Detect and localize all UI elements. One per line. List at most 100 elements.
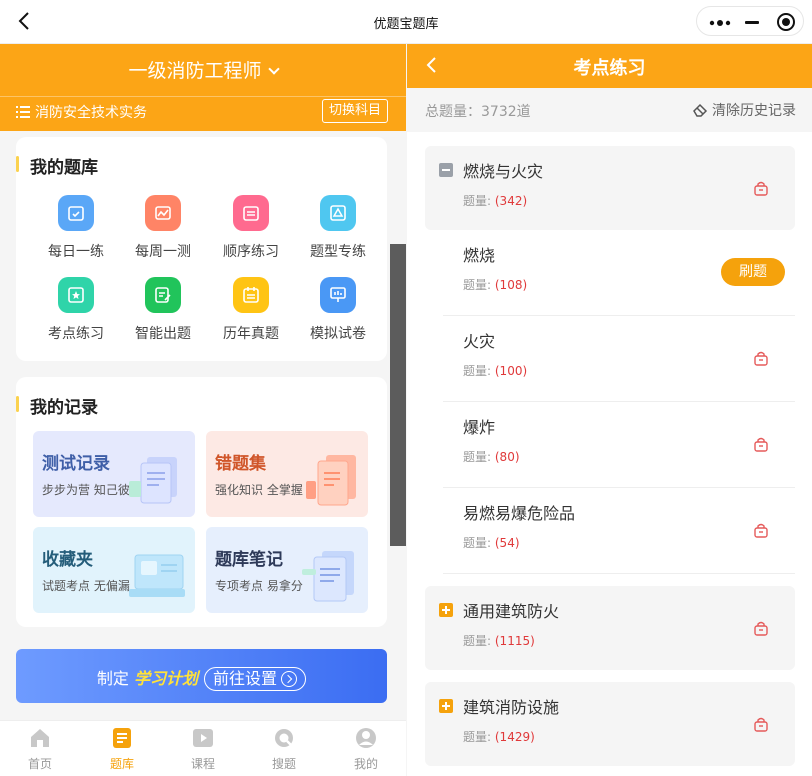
tab-search[interactable]: 搜题 (254, 727, 314, 772)
switch-subject-button[interactable]: 切换科目 (321, 99, 388, 123)
record-wrong-answers[interactable]: 错题集 强化知识 全掌握 (206, 431, 368, 517)
subject-name: 消防安全技术实务 (35, 105, 147, 121)
my-bank-title: 我的题库 (16, 153, 98, 178)
count-label: 题量: (463, 278, 492, 292)
video-play-icon (193, 729, 213, 747)
record-subtitle: 试题考点 无偏漏 (42, 579, 130, 593)
row-divider (443, 573, 795, 574)
bank-item-weekly[interactable]: 每周一测 (118, 195, 208, 261)
count-value: (342) (494, 194, 528, 208)
count-value: (100) (494, 364, 528, 378)
topic-node-child[interactable]: 燃烧 题量: (108) 刷题 (425, 230, 795, 316)
scrollbar-thumb[interactable] (390, 244, 406, 546)
tab-profile[interactable]: 我的 (336, 727, 396, 772)
notebook-illustration-icon (302, 551, 354, 602)
knowledge-practice-pane: 考点练习 总题量：3732道 清除历史记录 燃烧与火灾 题量: (342) 燃烧… (407, 44, 812, 776)
bank-item-label: 顺序练习 (223, 244, 279, 260)
count-label: 题量: (463, 730, 492, 744)
tab-label: 题库 (109, 757, 134, 771)
calendar-check-icon (58, 195, 94, 231)
question-bank-icon (113, 728, 131, 748)
record-subtitle: 专项考点 易拿分 (215, 579, 303, 593)
count-value: (1115) (494, 634, 535, 648)
count-value: (108) (494, 278, 528, 292)
record-notes[interactable]: 题库笔记 专项考点 易拿分 (206, 527, 368, 613)
page-title: 考点练习 (573, 58, 646, 79)
more-dots-icon[interactable] (709, 20, 731, 26)
topic-node-child[interactable]: 爆炸 题量: (80) (425, 402, 795, 488)
topic-node-child[interactable]: 易燃易爆危险品 题量: (54) (425, 488, 795, 574)
list-icon (233, 195, 269, 231)
bank-item-smart[interactable]: 智能出题 (118, 277, 208, 343)
bottom-tab-bar: 首页 题库 课程 搜题 我的 (0, 720, 406, 776)
record-subtitle: 步步为营 知己彼 (42, 483, 130, 497)
clear-history-button[interactable]: 清除历史记录 (692, 100, 796, 120)
topic-name: 燃烧与火灾 (463, 162, 544, 181)
tab-home[interactable]: 首页 (10, 727, 70, 772)
tab-label: 我的 (353, 757, 378, 771)
minimize-icon[interactable] (745, 21, 759, 24)
bank-item-daily[interactable]: 每日一练 (31, 195, 121, 261)
topic-name: 通用建筑防火 (463, 602, 560, 621)
exam-selector[interactable]: 一级消防工程师 (0, 56, 406, 83)
bank-item-question-type[interactable]: 题型专练 (293, 195, 383, 261)
tab-courses[interactable]: 课程 (173, 727, 233, 772)
topic-node-parent[interactable]: 建筑消防设施 题量: (1429) (425, 682, 795, 766)
right-header: 考点练习 (407, 44, 812, 88)
topic-node-parent[interactable]: 通用建筑防火 题量: (1115) (425, 586, 795, 670)
close-target-icon[interactable] (777, 13, 795, 31)
lock-icon (754, 717, 768, 732)
record-test-history[interactable]: 测试记录 步步为营 知己彼 (33, 431, 195, 517)
star-badge-icon (58, 277, 94, 313)
my-records-card: 我的记录 测试记录 步步为营 知己彼 错题集 强化知识 全掌握 收藏夹 试题考点… (16, 377, 387, 627)
study-plan-banner[interactable]: 制定 学习计划 前往设置 (16, 649, 387, 703)
bank-item-label: 智能出题 (135, 326, 191, 342)
count-value: (1429) (494, 730, 535, 744)
chevron-down-icon (267, 63, 280, 75)
topic-node-child[interactable]: 火灾 题量: (100) (425, 316, 795, 402)
bank-item-sequential[interactable]: 顺序练习 (206, 195, 296, 261)
record-favorites[interactable]: 收藏夹 试题考点 无偏漏 (33, 527, 195, 613)
tab-question-bank[interactable]: 题库 (92, 727, 152, 772)
subject-label: 消防安全技术实务 (16, 102, 147, 122)
presentation-icon (320, 277, 356, 313)
topic-name: 火灾 (463, 332, 496, 351)
count-label: 题量: (463, 364, 492, 378)
bank-item-label: 历年真题 (223, 326, 279, 342)
title-bar: 优题宝题库 (0, 0, 812, 44)
count-label: 题量: (463, 634, 492, 648)
banner-prefix: 制定 (96, 669, 129, 688)
go-settings-label: 前往设置 (213, 669, 278, 688)
bank-item-label: 模拟试卷 (310, 326, 366, 342)
error-book-illustration-icon (306, 455, 356, 506)
practice-button[interactable]: 刷题 (721, 258, 785, 286)
bank-item-label: 每日一练 (48, 244, 104, 260)
count-label: 题量: (463, 194, 492, 208)
left-header: 一级消防工程师 消防安全技术实务 切换科目 (0, 44, 406, 131)
count-label: 题量: (463, 450, 492, 464)
expand-icon[interactable] (439, 603, 453, 617)
topic-name: 燃烧 (463, 246, 496, 265)
calendar-icon (233, 277, 269, 313)
bank-item-mock-exam[interactable]: 模拟试卷 (293, 277, 383, 343)
go-settings-button[interactable]: 前往设置 (204, 667, 307, 691)
total-count: 总题量：3732道 (425, 104, 531, 120)
stats-bar: 总题量：3732道 清除历史记录 (407, 88, 812, 132)
topic-node-parent[interactable]: 燃烧与火灾 题量: (342) (425, 146, 795, 230)
lock-icon (754, 437, 768, 452)
collapse-icon[interactable] (439, 163, 453, 177)
topic-name: 建筑消防设施 (463, 698, 560, 717)
bank-item-past-exams[interactable]: 历年真题 (206, 277, 296, 343)
expand-icon[interactable] (439, 699, 453, 713)
record-title: 题库笔记 (215, 550, 283, 570)
question-bank-pane: 一级消防工程师 消防安全技术实务 切换科目 我的题库 每日一练 每周一测 顺序练… (0, 44, 406, 776)
bank-item-label: 考点练习 (48, 326, 104, 342)
bank-item-label: 题型专练 (310, 244, 366, 260)
lock-icon (754, 351, 768, 366)
list-icon (16, 106, 30, 118)
topic-name: 易燃易爆危险品 (463, 504, 576, 523)
tab-label: 搜题 (271, 757, 296, 771)
header-divider (0, 96, 406, 97)
bank-item-knowledge[interactable]: 考点练习 (31, 277, 121, 343)
record-subtitle: 强化知识 全掌握 (215, 483, 303, 497)
